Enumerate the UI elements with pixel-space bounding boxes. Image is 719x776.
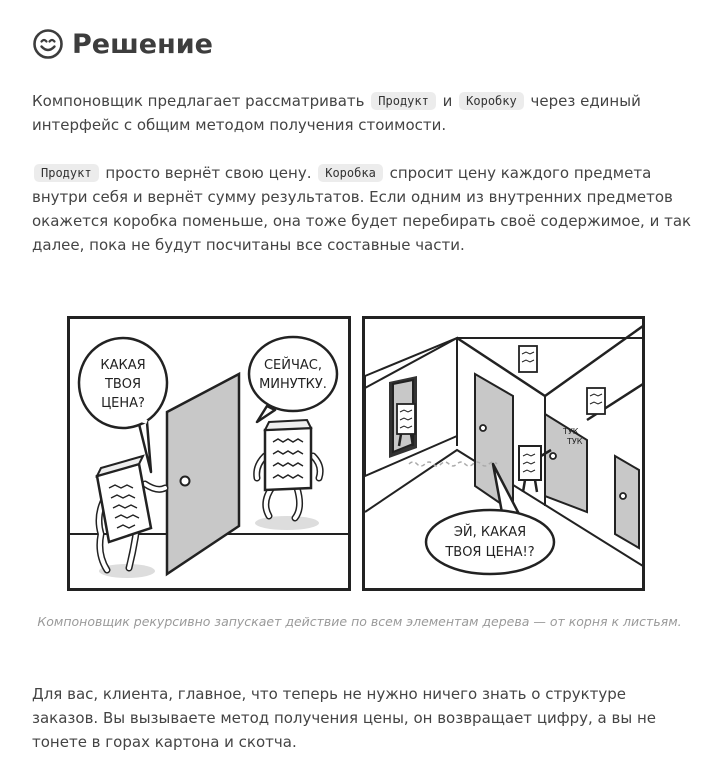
explanation-paragraph: Продукт просто вернёт свою цену. Коробка… — [32, 161, 692, 257]
section-title: Решение — [72, 28, 213, 60]
p2-text-1: просто вернёт свою цену. — [100, 164, 317, 182]
knock-text-2: ТУК — [566, 437, 583, 446]
bubble-left-line-2: ТВОЯ — [104, 377, 141, 392]
bubble-left-line-3: ЦЕНА? — [101, 396, 145, 411]
product-character-small-2 — [518, 345, 538, 373]
code-product: Продукт — [34, 164, 99, 182]
code-box: Коробку — [459, 92, 524, 110]
bubble-left-line-1: КАКАЯ — [100, 358, 145, 373]
figure-caption: Компоновщик рекурсивно запускает действи… — [37, 614, 682, 629]
panel-right: ТУК ТУК ЭЙ, КАКАЯ ТВОЯ ЦЕНА!? — [362, 316, 645, 591]
bubble-right-line-1: СЕЙЧАС, — [264, 357, 322, 373]
intro-paragraph: Компоновщик предлагает рассматривать Про… — [32, 89, 692, 137]
bubble-right-line-2: МИНУТКУ. — [259, 377, 327, 392]
p1-text-mid: и — [437, 92, 458, 110]
bubble-hey-line-2: ТВОЯ ЦЕНА!? — [444, 545, 534, 560]
code-product: Продукт — [371, 92, 436, 110]
smiling-face-icon — [32, 28, 64, 60]
p1-text-before: Компоновщик предлагает рассматривать — [32, 92, 370, 110]
panel-left: КАКАЯ ТВОЯ ЦЕНА? СЕЙЧАС, МИНУТКУ. — [67, 316, 351, 591]
knock-text-1: ТУК — [562, 427, 579, 436]
code-box: Коробка — [318, 164, 383, 182]
product-character-small-3 — [586, 387, 606, 415]
section-heading: Решение — [32, 28, 213, 60]
client-paragraph: Для вас, клиента, главное, что теперь не… — [32, 685, 656, 751]
bubble-hey-line-1: ЭЙ, КАКАЯ — [454, 524, 526, 540]
comic-illustration: КАКАЯ ТВОЯ ЦЕНА? СЕЙЧАС, МИНУТКУ. ТУК ТУ… — [67, 316, 645, 592]
